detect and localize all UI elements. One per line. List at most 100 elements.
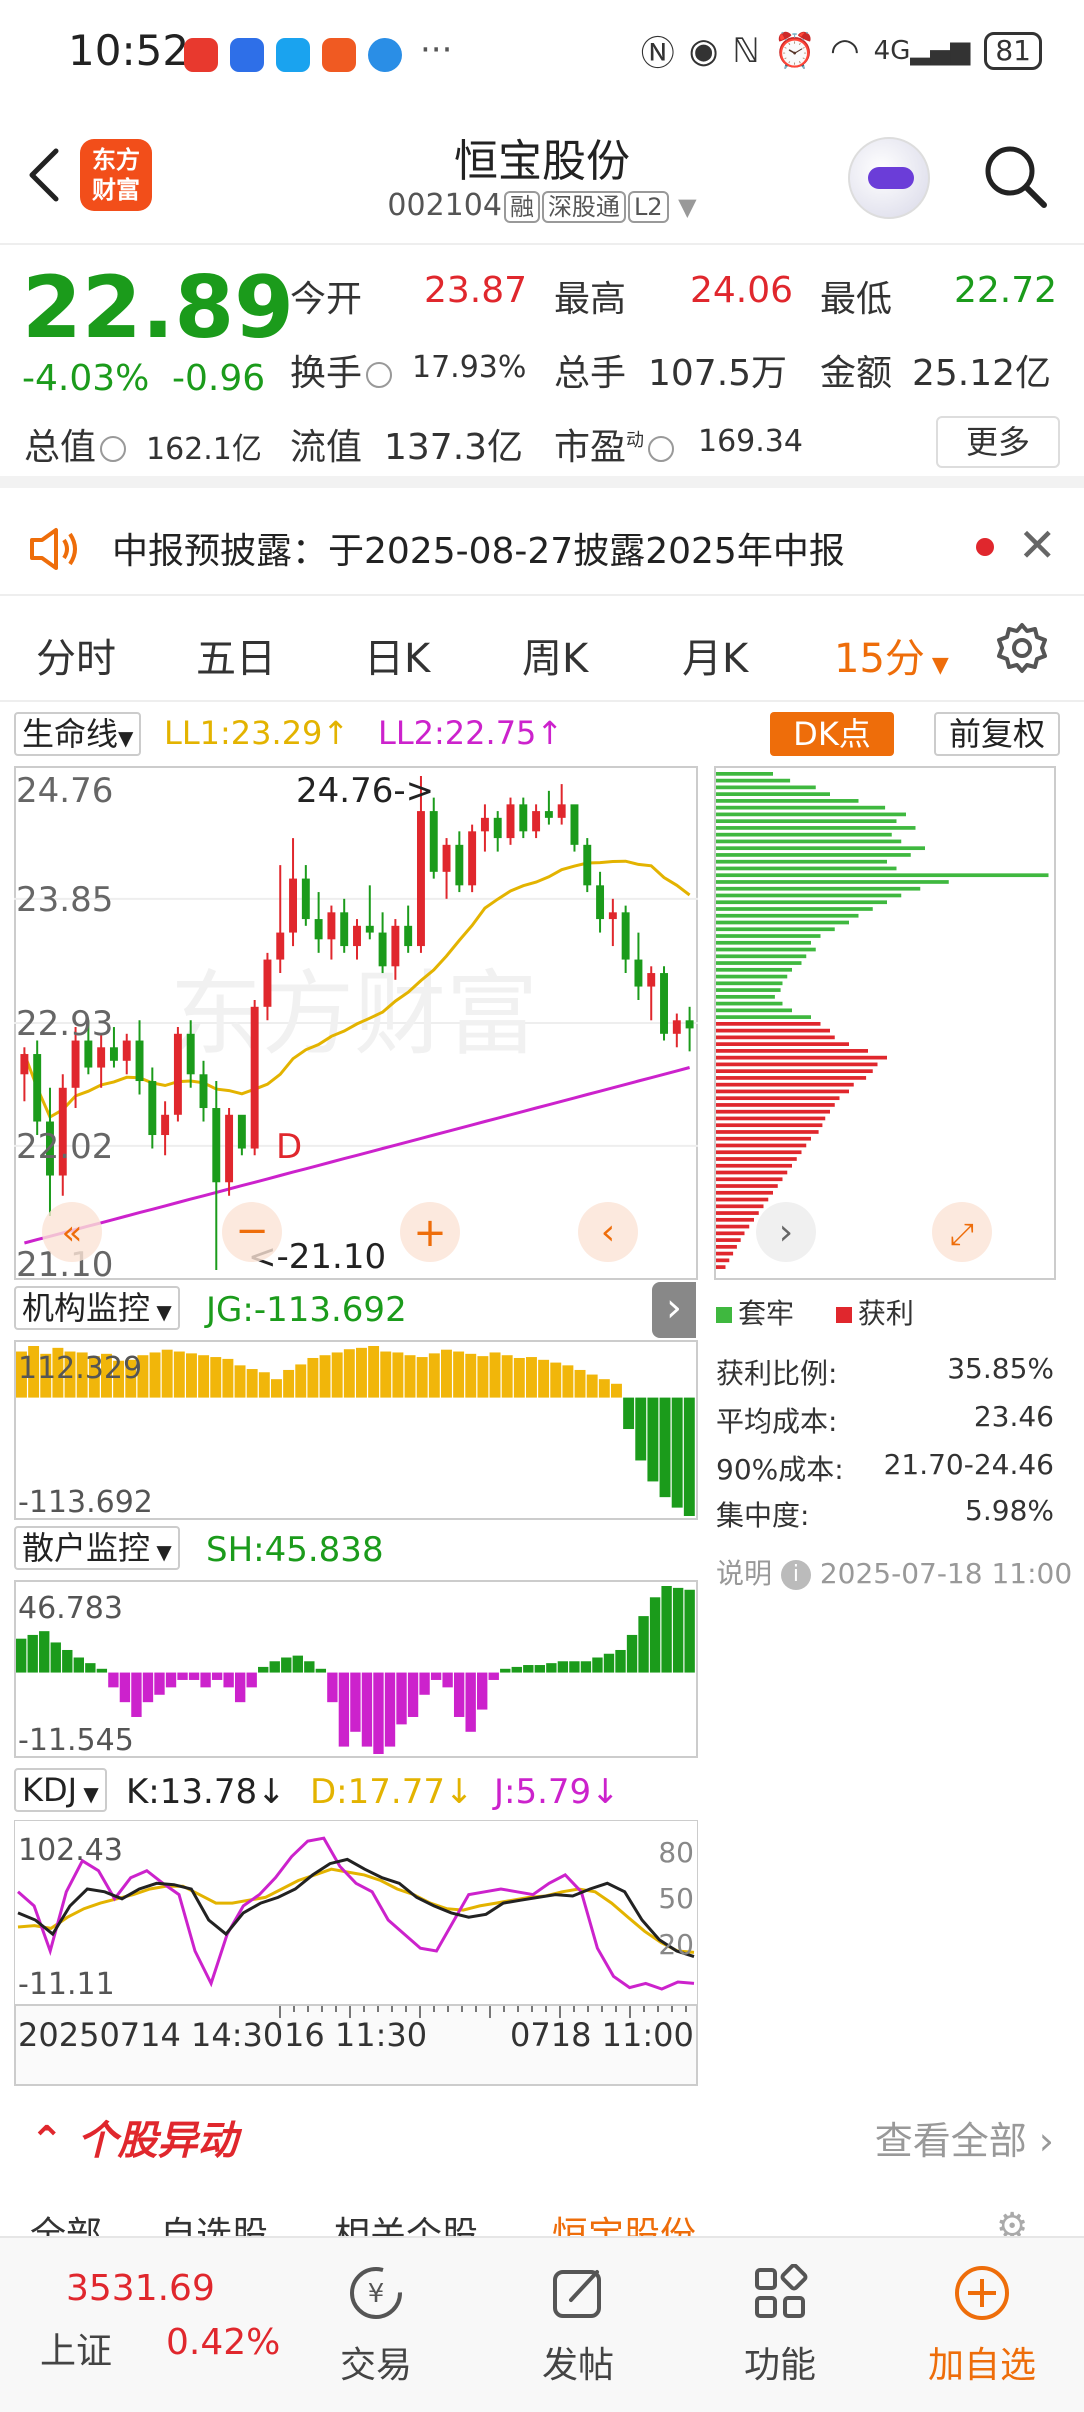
indicator-bar	[188, 1672, 200, 1680]
indicator-bar	[16, 1638, 27, 1673]
pe-label[interactable]: 市盈动	[554, 418, 678, 470]
functions-button[interactable]: 功能	[710, 2263, 850, 2388]
chip-bar-profit	[716, 1224, 750, 1229]
sh-min-label: -11.545	[18, 1723, 134, 1758]
gear-icon[interactable]	[996, 622, 1048, 674]
indicator-bar	[523, 1665, 534, 1673]
chip-bar-trapped	[716, 913, 859, 918]
edit-post-icon	[553, 2270, 601, 2318]
dropdown-triangle-icon: ▼	[924, 653, 949, 678]
forward-adjust-button[interactable]: 前复权	[934, 712, 1060, 756]
indicator-bar	[428, 1353, 440, 1398]
candle-body	[493, 817, 502, 839]
candle-body	[519, 804, 528, 832]
indicator-bar	[198, 1355, 210, 1398]
subtab-related[interactable]: 相关个股	[334, 2206, 478, 2240]
chip-bar-profit	[716, 1028, 830, 1033]
turnover-label[interactable]: 换手	[290, 344, 396, 396]
speaker-icon	[30, 528, 77, 570]
dk-point-button[interactable]: DK点	[770, 712, 894, 756]
chip-bar-profit	[716, 1049, 868, 1053]
expand-icon: ⤢	[950, 1217, 974, 1252]
chip-bar-trapped	[716, 772, 773, 776]
trade-button[interactable]: ¥ 交易	[306, 2264, 446, 2388]
ai-assistant-robot-icon[interactable]	[848, 137, 930, 219]
signal-icon: 4G▂▄▆	[873, 35, 971, 66]
indicator-bar	[511, 1666, 522, 1673]
see-all-link[interactable]: 查看全部 ›	[875, 2110, 1054, 2165]
chip-bar-trapped	[716, 1015, 811, 1019]
tab-weekly-k[interactable]: 周K	[522, 626, 588, 684]
close-icon[interactable]: ✕	[1018, 518, 1057, 572]
indicator-bar	[635, 1397, 647, 1461]
movers-title[interactable]: ⌃ 个股异动	[30, 2108, 237, 2166]
dropdown-triangle-icon: ▼	[678, 193, 697, 221]
chip-bar-profit	[716, 1130, 819, 1134]
subtab-all[interactable]: 全部	[30, 2206, 102, 2240]
expand-panel-button[interactable]: ›	[652, 1282, 696, 1338]
candle-body	[71, 1040, 80, 1088]
jg-indicator-select[interactable]: 机构监控 ▼	[14, 1286, 180, 1330]
period-tabs: 分时 五日 日K 周K 月K 15分 ▼	[0, 598, 1084, 702]
tab-15min[interactable]: 15分 ▼	[834, 626, 949, 684]
indicator-bar	[419, 1672, 430, 1695]
indicator-bar	[368, 1346, 380, 1398]
chip-bar-profit	[716, 1258, 730, 1263]
kdj-indicator-select[interactable]: KDJ ▼	[14, 1768, 107, 1812]
alarm-icon: ⏰	[773, 30, 816, 71]
notice-bar[interactable]: 中报预披露：于2025-08-27披露2025年中报 ✕	[0, 500, 1084, 596]
kdj-tick-50: 50	[658, 1882, 694, 1915]
chip-bar-profit	[716, 1238, 741, 1242]
subtab-watchlist[interactable]: 自选股	[160, 2206, 268, 2240]
indicator-bar	[50, 1642, 61, 1673]
chip-bar-trapped	[716, 778, 791, 783]
post-button[interactable]: 发帖	[508, 2264, 648, 2388]
indicator-bar	[488, 1672, 499, 1680]
dropdown-triangle-icon: ▼	[118, 726, 134, 750]
sh-bar-chart[interactable]: 46.783 -11.545	[14, 1580, 698, 1758]
candle-body	[391, 925, 400, 967]
chip-bar-profit	[716, 1089, 849, 1094]
chip-note[interactable]: 说明 i 2025-07-18 11:00	[716, 1552, 1072, 1592]
gear-icon[interactable]: ⚙	[996, 2206, 1028, 2240]
jg-bar-chart[interactable]: 112.329 -113.692	[14, 1340, 698, 1520]
kdj-tick-80: 80	[658, 1836, 694, 1869]
ll1-value: LL1:23.29↑	[164, 714, 350, 752]
indicator-bar	[149, 1352, 161, 1398]
subtab-current-stock[interactable]: 恒宝股份	[552, 2206, 696, 2240]
search-icon[interactable]	[982, 143, 1048, 209]
indicator-bar	[269, 1661, 280, 1673]
eye-icon: ◉	[688, 30, 719, 71]
indicator-bar	[210, 1357, 222, 1398]
chip-distribution-chart[interactable]: › ⤢	[714, 766, 1056, 1280]
indicator-bar	[562, 1365, 574, 1398]
indicator-bar	[258, 1372, 270, 1398]
chevron-left-icon: ‹	[601, 1212, 615, 1253]
candlestick-chart[interactable]: 东方财富 24.7623.8522.9322.0221.10 24.76-> <…	[14, 766, 698, 1280]
change-percent: -4.03%	[22, 358, 150, 399]
indicator-bar	[465, 1353, 477, 1398]
chip-bar-trapped	[716, 988, 781, 992]
indicator-bar	[603, 1653, 615, 1673]
indicator-bar	[119, 1672, 131, 1703]
status-icons: Ⓝ ◉ ℕ ⏰ ◠ 4G▂▄▆ 81	[641, 26, 1042, 75]
kdj-min-label: -11.11	[18, 1967, 115, 2002]
more-button[interactable]: 更多	[936, 416, 1060, 468]
amount-value: 25.12亿	[912, 353, 1052, 394]
more-notifications-icon: ···	[420, 30, 453, 70]
mktcap-label[interactable]: 总值	[24, 418, 130, 470]
index-name[interactable]: 上证	[40, 2322, 112, 2374]
tab-monthly-k[interactable]: 月K	[682, 626, 748, 684]
candle-body	[455, 844, 464, 886]
chip-bar-profit	[716, 1136, 811, 1141]
index-value[interactable]: 3531.69	[66, 2268, 215, 2309]
sh-indicator-select[interactable]: 散户监控 ▼	[14, 1526, 180, 1570]
indicator-select[interactable]: 生命线▼	[14, 712, 142, 756]
tab-intraday[interactable]: 分时	[36, 626, 116, 684]
add-watchlist-button[interactable]: 加自选	[912, 2264, 1052, 2388]
indicator-bar	[304, 1661, 315, 1673]
tab-daily-k[interactable]: 日K	[364, 626, 430, 684]
indicator-bar	[671, 1397, 683, 1508]
tab-five-day[interactable]: 五日	[196, 626, 276, 684]
kdj-line-chart[interactable]: 102.43 -11.11 80 50 20 20250714 14:30 16…	[14, 1820, 698, 2086]
